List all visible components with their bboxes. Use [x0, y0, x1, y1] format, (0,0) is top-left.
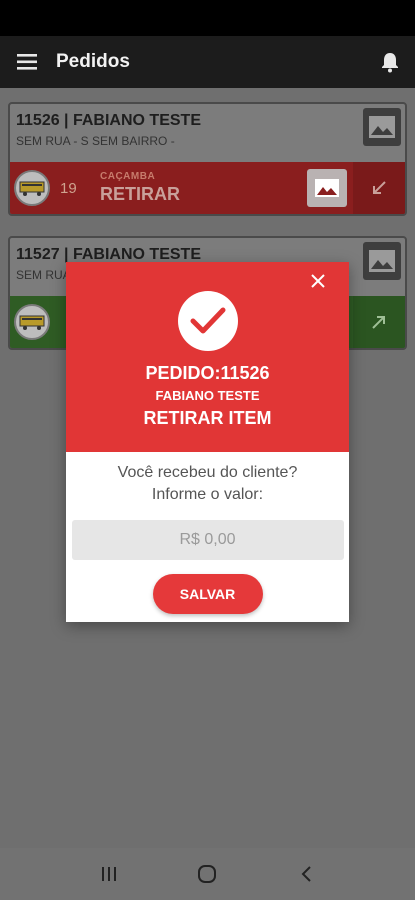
check-icon — [178, 291, 238, 351]
arrow-down-left-icon[interactable] — [353, 162, 405, 214]
order-status-bar: 19 CAÇAMBA RETIRAR — [10, 162, 405, 214]
back-icon[interactable] — [286, 854, 326, 894]
order-card[interactable]: 11526 | FABIANO TESTE SEM RUA - S SEM BA… — [8, 102, 407, 216]
arrow-up-right-icon[interactable] — [353, 296, 405, 348]
category-block: CAÇAMBA RETIRAR — [100, 171, 307, 205]
dialog-prompt-instruction: Informe o valor: — [151, 486, 264, 503]
dialog-order-number: PEDIDO:11526 — [145, 363, 270, 383]
dialog-header: PEDIDO:11526 FABIANO TESTE RETIRAR ITEM — [66, 262, 349, 452]
order-action-label: RETIRAR — [100, 184, 180, 204]
item-quantity: 19 — [60, 179, 77, 197]
save-button[interactable]: SALVAR — [152, 574, 263, 614]
dialog-body: Você recebeu do cliente? Informe o valor… — [66, 452, 349, 614]
amount-input[interactable] — [71, 520, 344, 560]
app-bar: Pedidos — [0, 36, 415, 88]
bell-icon[interactable] — [365, 36, 415, 88]
system-nav-bar — [0, 848, 415, 900]
page-title: Pedidos — [56, 51, 130, 72]
recent-apps-icon[interactable] — [89, 854, 129, 894]
status-bar — [0, 0, 415, 36]
home-icon[interactable] — [187, 854, 227, 894]
dialog-prompt-question: Você recebeu do cliente? — [117, 464, 298, 481]
hamburger-menu-icon[interactable] — [0, 36, 56, 88]
order-card-header: 11526 | FABIANO TESTE SEM RUA - S SEM BA… — [10, 104, 405, 162]
close-icon[interactable] — [305, 268, 331, 294]
image-icon[interactable] — [363, 108, 401, 146]
dialog-client-name: FABIANO TESTE — [155, 388, 260, 403]
dialog-action-label: RETIRAR ITEM — [143, 408, 272, 428]
category-label: CAÇAMBA — [100, 171, 156, 182]
truck-icon — [14, 170, 50, 206]
truck-icon — [14, 304, 50, 340]
photo-icon[interactable] — [307, 169, 347, 207]
payment-dialog: PEDIDO:11526 FABIANO TESTE RETIRAR ITEM … — [66, 262, 349, 622]
image-icon[interactable] — [363, 242, 401, 280]
order-title: 11526 | FABIANO TESTE — [16, 112, 201, 129]
order-address: SEM RUA - S SEM BAIRRO - — [16, 134, 175, 148]
